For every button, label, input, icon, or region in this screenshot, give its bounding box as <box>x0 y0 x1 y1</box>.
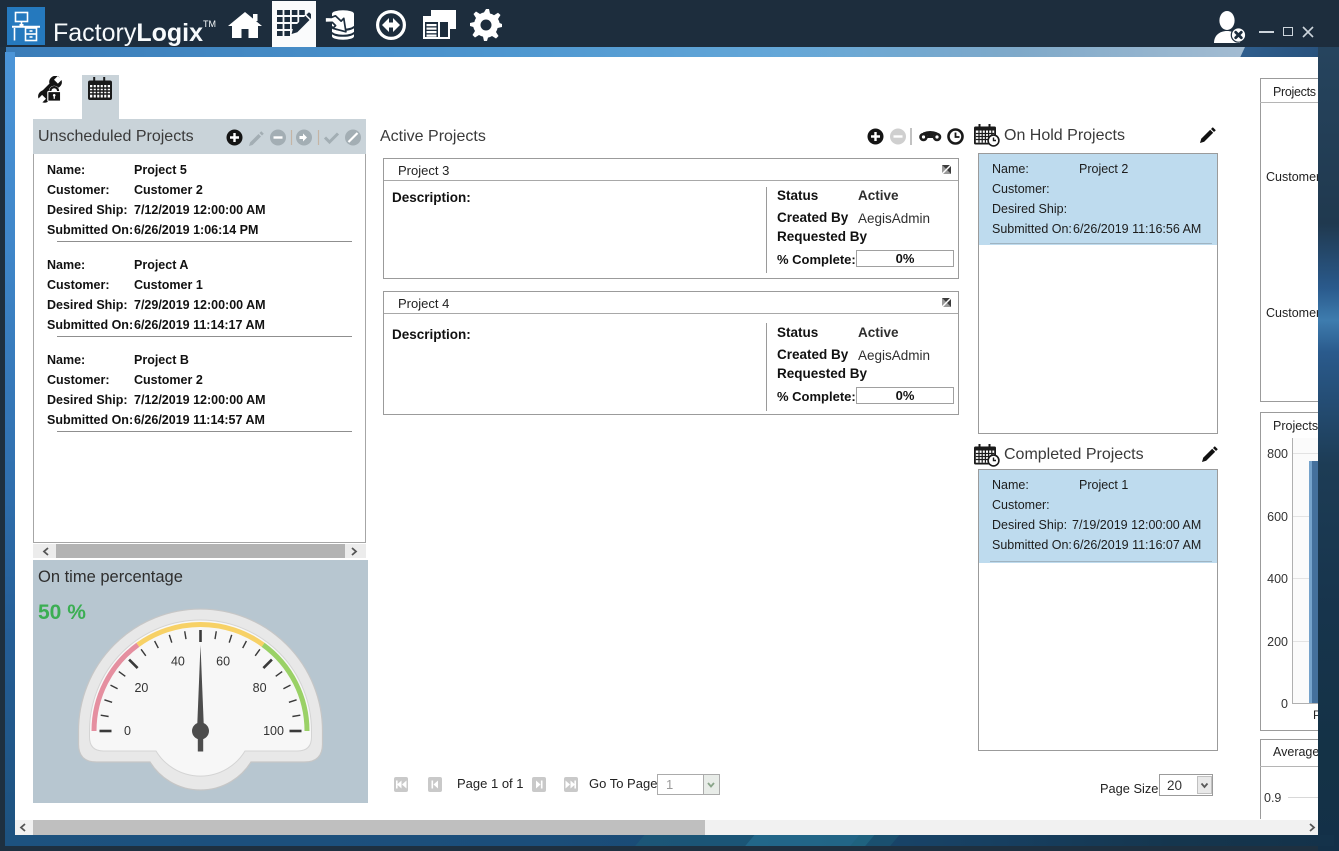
svg-text:0: 0 <box>124 724 131 738</box>
svg-text:80: 80 <box>253 681 267 695</box>
svg-text:100: 100 <box>263 724 284 738</box>
svg-text:60: 60 <box>216 655 230 669</box>
svg-text:40: 40 <box>171 655 185 669</box>
svg-text:20: 20 <box>134 681 148 695</box>
